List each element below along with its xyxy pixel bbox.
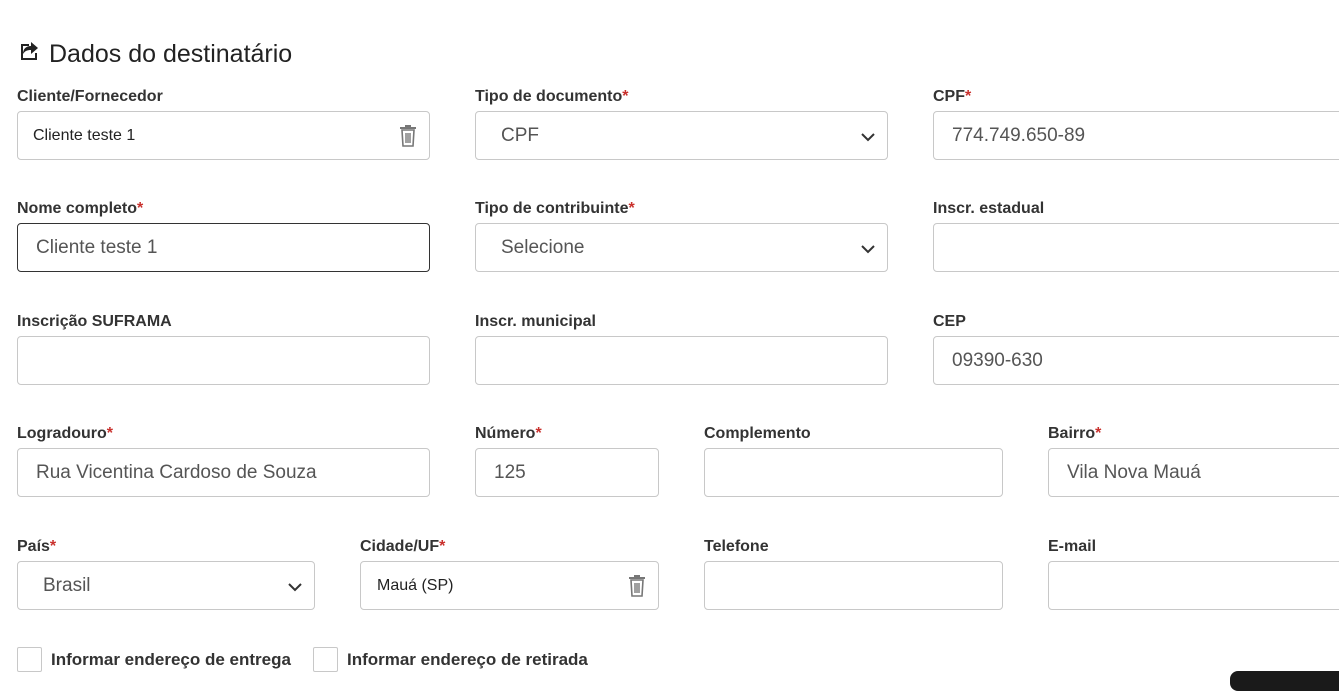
telefone-field[interactable] xyxy=(704,561,1003,610)
logradouro-value: Rua Vicentina Cardoso de Souza xyxy=(36,461,317,483)
cidade-value: Mauá (SP) xyxy=(377,576,454,594)
entrega-checkbox[interactable] xyxy=(17,647,42,672)
cidade-label: Cidade/UF* xyxy=(360,538,446,555)
logradouro-field[interactable]: Rua Vicentina Cardoso de Souza xyxy=(17,448,430,497)
cpf-label: CPF* xyxy=(933,88,972,105)
tipo-contribuinte-select[interactable]: Selecione xyxy=(475,223,888,272)
tipo-contribuinte-value: Selecione xyxy=(501,236,585,258)
email-label: E-mail xyxy=(1048,538,1097,555)
cliente-value: Cliente teste 1 xyxy=(33,126,136,144)
inscr-estadual-label: Inscr. estadual xyxy=(933,200,1045,217)
trash-icon[interactable] xyxy=(399,125,417,147)
nome-field[interactable]: Cliente teste 1 xyxy=(17,223,430,272)
required-marker: * xyxy=(49,538,57,555)
bairro-value: Vila Nova Mauá xyxy=(1067,461,1201,483)
retirada-checkbox[interactable] xyxy=(312,647,338,672)
entrega-checkbox-label[interactable]: Informar endereço de entrega xyxy=(51,650,291,670)
cpf-value: 774.749.650-89 xyxy=(952,124,1086,146)
cpf-field[interactable]: 774.749.650-89 xyxy=(933,111,1339,160)
suframa-field[interactable] xyxy=(17,336,430,385)
share-square-icon xyxy=(17,39,41,70)
section-title-text: Dados do destinatário xyxy=(49,39,293,68)
nome-label: Nome completo* xyxy=(17,200,144,217)
numero-field[interactable]: 125 xyxy=(475,448,659,497)
pais-select[interactable]: Brasil xyxy=(17,561,315,610)
telefone-label: Telefone xyxy=(704,538,769,555)
numero-label: Número* xyxy=(475,425,542,442)
trash-icon[interactable] xyxy=(628,575,646,597)
cliente-field[interactable]: Cliente teste 1 xyxy=(17,111,430,160)
required-marker: * xyxy=(1095,425,1102,442)
cliente-label: Cliente/Fornecedor xyxy=(17,88,163,105)
address-options: Informar endereço de entrega Informar en… xyxy=(17,647,610,672)
required-marker: * xyxy=(535,425,542,442)
chevron-down-icon xyxy=(288,580,302,592)
complemento-label: Complemento xyxy=(704,425,811,442)
pais-value: Brasil xyxy=(43,574,91,596)
nome-value: Cliente teste 1 xyxy=(36,236,158,258)
chevron-down-icon xyxy=(861,130,875,142)
inscr-estadual-field[interactable] xyxy=(933,223,1339,272)
tipo-documento-value: CPF xyxy=(501,124,539,146)
required-marker: * xyxy=(628,200,635,217)
cep-field[interactable]: 09390-630 xyxy=(933,336,1339,385)
cep-value: 09390-630 xyxy=(952,349,1043,371)
cidade-field[interactable]: Mauá (SP) xyxy=(360,561,659,610)
cep-label: CEP xyxy=(933,313,966,330)
email-field[interactable] xyxy=(1048,561,1339,610)
complemento-field[interactable] xyxy=(704,448,1003,497)
pais-label: País* xyxy=(17,538,57,555)
required-marker: * xyxy=(439,538,446,555)
chevron-down-icon xyxy=(861,242,875,254)
inscr-municipal-label: Inscr. municipal xyxy=(475,313,596,330)
tipo-contribuinte-label: Tipo de contribuinte* xyxy=(475,200,635,217)
suframa-label: Inscrição SUFRAMA xyxy=(17,313,172,330)
section-title: Dados do destinatário xyxy=(17,36,292,72)
numero-value: 125 xyxy=(494,461,526,483)
required-marker: * xyxy=(622,88,629,105)
bairro-field[interactable]: Vila Nova Mauá xyxy=(1048,448,1339,497)
bairro-label: Bairro* xyxy=(1048,425,1102,442)
retirada-checkbox-label[interactable]: Informar endereço de retirada xyxy=(347,650,588,670)
logradouro-label: Logradouro* xyxy=(17,425,113,442)
tipo-documento-label: Tipo de documento* xyxy=(475,88,629,105)
required-marker: * xyxy=(106,425,113,442)
floating-widget[interactable] xyxy=(1230,671,1339,691)
required-marker: * xyxy=(137,200,144,217)
required-marker: * xyxy=(965,88,972,105)
inscr-municipal-field[interactable] xyxy=(475,336,888,385)
tipo-documento-select[interactable]: CPF xyxy=(475,111,888,160)
